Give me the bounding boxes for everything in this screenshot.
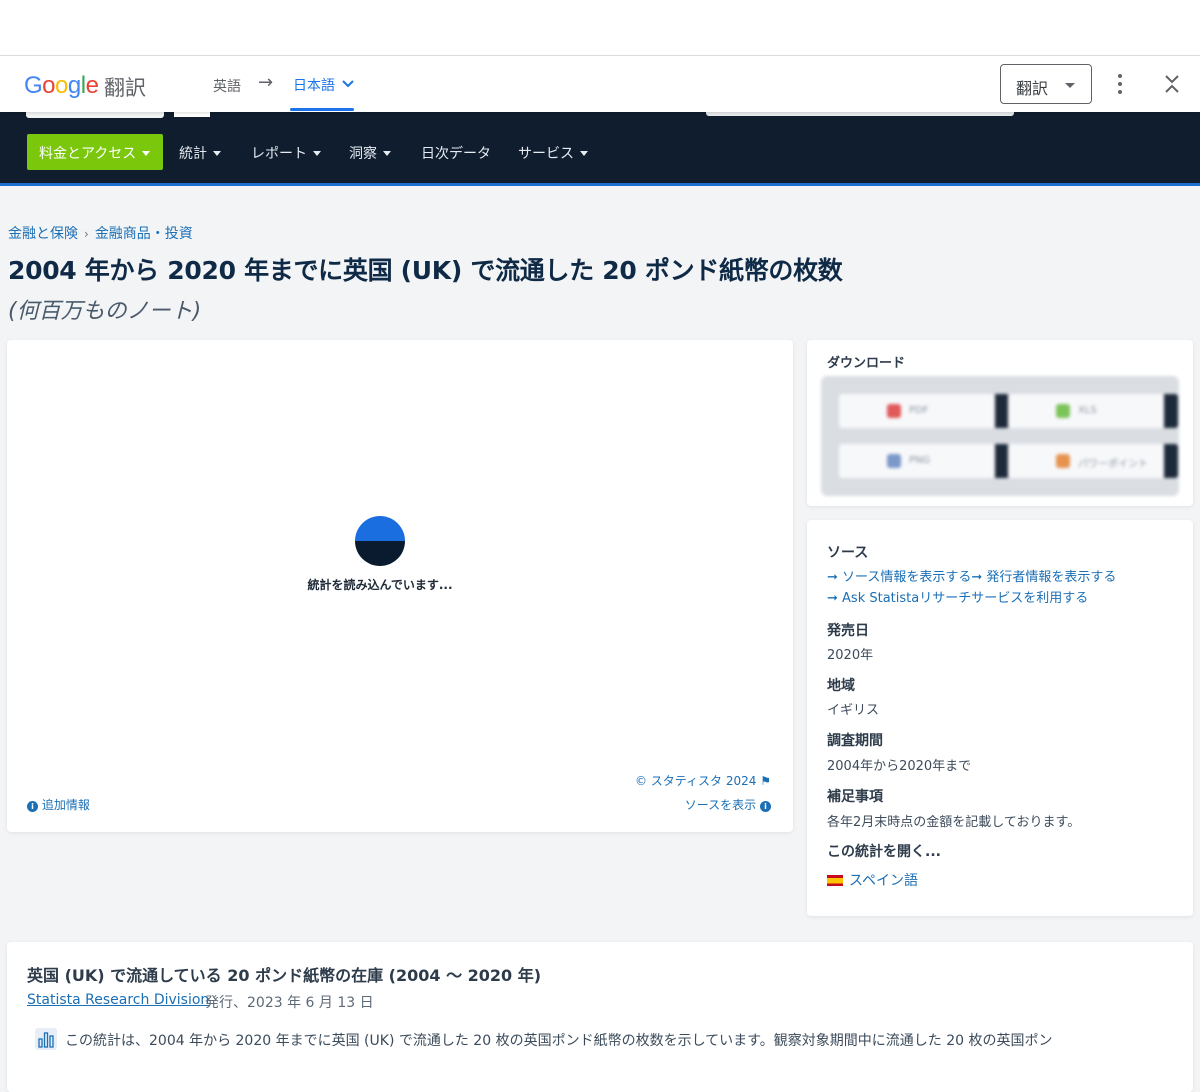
google-translate-bar: Google 翻訳 英語 → 日本語 翻訳 xyxy=(0,56,1200,112)
nav-label: レポート xyxy=(251,146,307,162)
nav-label: 日次データ xyxy=(421,146,491,162)
breadcrumb-separator: › xyxy=(84,227,89,241)
download-label: PDF xyxy=(909,405,929,416)
site-search-input[interactable] xyxy=(706,112,1014,116)
copyright-text: © スタティスタ 2024 xyxy=(634,774,757,788)
author-link[interactable]: Statista Research Division xyxy=(27,992,209,1008)
source-card: ソース ➞ ソース情報を表示する➞ 発行者情報を表示する ➞ Ask Stati… xyxy=(807,520,1193,916)
show-source-label: ソースを表示 xyxy=(684,798,757,812)
translate-title: 翻訳 xyxy=(104,76,146,100)
nav-item-daily-data[interactable]: 日次データ xyxy=(421,143,491,163)
browser-top-strip xyxy=(0,0,1200,56)
download-pdf-button[interactable]: PDF xyxy=(839,394,1009,428)
pdf-icon xyxy=(887,404,901,418)
info-icon: i xyxy=(27,801,38,812)
description-text: この統計は、2004 年から 2020 年までに英国 (UK) で流通した 20… xyxy=(65,1033,1053,1049)
loading-text: 統計を読み込んでいます... xyxy=(307,578,453,592)
survey-period-heading: 調査期間 xyxy=(827,733,883,749)
caret-down-icon xyxy=(580,151,588,156)
caret-down-icon xyxy=(213,151,221,156)
release-date-value: 2020年 xyxy=(827,648,874,663)
nav-item-statistics[interactable]: 統計 xyxy=(179,143,221,163)
dropdown-toggle[interactable] xyxy=(995,444,1009,478)
nav-label: 統計 xyxy=(179,146,207,162)
region-value: イギリス xyxy=(827,703,880,718)
statista-logo[interactable] xyxy=(26,112,164,118)
nav-label: サービス xyxy=(518,146,574,162)
target-language-tab[interactable]: 日本語 xyxy=(293,75,335,95)
pricing-label: 料金とアクセス xyxy=(39,146,137,162)
download-title: ダウンロード xyxy=(827,356,906,371)
source-heading: ソース xyxy=(827,545,869,561)
download-png-button[interactable]: PNG xyxy=(839,444,1009,478)
collapse-icon[interactable] xyxy=(1160,72,1184,96)
source-language-tab[interactable]: 英語 xyxy=(213,76,241,96)
download-label: XLS xyxy=(1078,405,1097,416)
additional-info-link[interactable]: i 追加情報 xyxy=(27,796,90,813)
download-label: PNG xyxy=(909,455,931,466)
caret-down-icon xyxy=(383,151,391,156)
png-icon xyxy=(887,454,901,468)
notes-heading: 補足事項 xyxy=(827,789,883,805)
open-statistic-heading: この統計を開く... xyxy=(827,844,941,860)
loading-spinner-icon xyxy=(355,516,405,566)
download-xls-button[interactable]: XLS xyxy=(1008,394,1178,428)
caret-down-icon xyxy=(142,151,151,156)
bar-chart-icon xyxy=(35,1028,57,1050)
region-heading: 地域 xyxy=(827,678,855,694)
download-ppt-button[interactable]: パワーポイント xyxy=(1008,444,1178,478)
google-logo: Google xyxy=(24,72,99,99)
ask-statista-link[interactable]: ➞ Ask Statistaリサーチサービスを利用する xyxy=(827,587,1088,606)
translate-button-label: 翻訳 xyxy=(1016,79,1049,98)
nav-item-insights[interactable]: 洞察 xyxy=(349,143,391,163)
breadcrumb: 金融と保険 › 金融商品・投資 xyxy=(8,223,193,243)
active-tab-indicator xyxy=(290,108,354,111)
source-info-link[interactable]: ➞ ソース情報を表示する➞ 発行者情報を表示する xyxy=(827,566,1116,585)
nav-item-services[interactable]: サービス xyxy=(518,143,588,163)
arrow-right-icon: → xyxy=(258,72,274,93)
chevron-down-icon[interactable] xyxy=(341,77,355,91)
download-buttons-area: PDF XLS PNG パワーポイント xyxy=(821,376,1179,496)
translate-dropdown-button[interactable]: 翻訳 xyxy=(1000,64,1092,104)
info-icon: i xyxy=(760,801,771,812)
more-options-icon[interactable] xyxy=(1110,72,1130,96)
chart-card: 統計を読み込んでいます... © スタティスタ 2024 ⚑ ソースを表示 i … xyxy=(7,340,793,832)
dropdown-toggle[interactable] xyxy=(995,394,1009,428)
download-label: パワーポイント xyxy=(1078,459,1148,470)
dropdown-toggle[interactable] xyxy=(1164,444,1178,478)
download-card: ダウンロード PDF XLS PNG パワーポイント xyxy=(807,340,1193,506)
pricing-access-button[interactable]: 料金とアクセス xyxy=(27,134,163,170)
release-date-heading: 発売日 xyxy=(827,623,869,639)
nav-item-reports[interactable]: レポート xyxy=(251,143,321,163)
ppt-icon xyxy=(1056,454,1070,468)
description-card: 英国 (UK) で流通している 20 ポンド紙幣の在庫 (2004 ～ 2020… xyxy=(7,942,1193,1092)
nav-label: 洞察 xyxy=(349,146,377,162)
site-navigation: 料金とアクセス 統計 レポート 洞察 日次データ サービス xyxy=(0,112,1200,186)
additional-info-label: 追加情報 xyxy=(41,798,90,812)
publish-date: 発行、2023 年 6 月 13 日 xyxy=(205,995,374,1011)
statista-logo-mark xyxy=(174,112,210,117)
caret-down-icon xyxy=(313,151,321,156)
open-in-spanish-link[interactable]: スペイン語 xyxy=(827,870,918,890)
spanish-label: スペイン語 xyxy=(849,873,919,889)
main-content: 金融と保険 › 金融商品・投資 2004 年から 2020 年までに英国 (UK) … xyxy=(0,189,1200,1092)
page-title: 2004 年から 2020 年までに英国 (UK) で流通した 20 ポンド紙幣… xyxy=(8,256,843,285)
description-title: 英国 (UK) で流通している 20 ポンド紙幣の在庫 (2004 ～ 2020… xyxy=(27,966,542,985)
breadcrumb-item-financial-products[interactable]: 金融商品・投資 xyxy=(95,226,193,242)
page-subtitle: (何百万ものノート) xyxy=(8,299,202,324)
spain-flag-icon xyxy=(827,875,843,886)
survey-period-value: 2004年から2020年まで xyxy=(827,759,972,774)
xls-icon xyxy=(1056,404,1070,418)
copyright-link[interactable]: © スタティスタ 2024 ⚑ xyxy=(635,772,771,789)
flag-icon: ⚑ xyxy=(760,774,771,788)
dropdown-toggle[interactable] xyxy=(1164,394,1178,428)
notes-value: 各年2月末時点の金額を記載しております。 xyxy=(827,815,1081,830)
dropdown-caret-icon xyxy=(1065,83,1075,88)
breadcrumb-item-finance[interactable]: 金融と保険 xyxy=(8,226,78,242)
show-source-link[interactable]: ソースを表示 i xyxy=(685,796,771,813)
